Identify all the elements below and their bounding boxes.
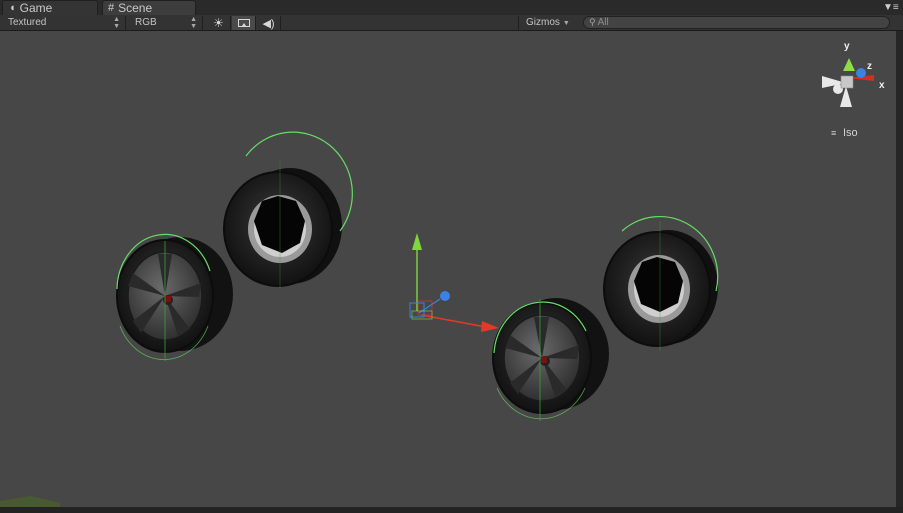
wheel-front-right[interactable] [492,298,609,421]
tab-bar: ◖ Game # Scene ▼≡ [0,0,903,16]
window-menu-icon[interactable]: ▼≡ [883,3,899,13]
ground-plane-edge [0,496,60,507]
hierarchy-search-input[interactable]: ⚲ All [583,16,890,29]
tab-scene[interactable]: # Scene [102,0,196,15]
sun-icon: ☀ [213,16,224,30]
unity-scene-window: ◖ Game # Scene ▼≡ Textured ▲ ▼ RGB ▲ ▼ ☀ ◀… [0,0,903,513]
scene-viewport[interactable]: y z x [0,31,896,507]
scene-lighting-button[interactable]: ☀ [207,16,231,30]
gizmos-dropdown[interactable]: Gizmos ▼ [518,16,578,30]
grid-icon: # [108,1,115,14]
scene-audio-button[interactable]: ◀) [257,16,281,30]
scene-overlay-button[interactable] [232,16,256,30]
render-mode-dropdown[interactable]: Textured ▲ ▼ [0,16,126,30]
chevron-down-icon: ▼ [562,20,570,27]
wheel-rear-right[interactable] [603,216,719,351]
projection-toggle[interactable]: ≡ Iso [831,127,858,139]
image-icon [237,19,250,27]
color-channel-dropdown[interactable]: RGB ▲ ▼ [127,16,203,30]
updown-arrows-icon: ▲ ▼ [190,16,197,30]
wheel-front-left[interactable] [116,233,233,361]
audio-icon: ◀) [262,17,275,30]
axis-y-label: y [844,41,850,52]
hamburger-icon: ≡ [831,127,837,138]
pacman-icon: ◖ [9,1,16,14]
color-channel-value: RGB [135,17,157,28]
wheel-rear-left[interactable] [223,131,353,289]
tab-game[interactable]: ◖ Game [2,0,98,15]
projection-label: Iso [843,127,858,139]
updown-arrows-icon: ▲ ▼ [113,16,120,30]
axis-z-label: z [867,61,872,72]
right-edge-panel [896,31,903,507]
gizmos-label: Gizmos [526,17,560,28]
scene-toolbar: Textured ▲ ▼ RGB ▲ ▼ ☀ ◀) Gizmos ▼ ⚲ All [0,15,903,31]
move-tool-gizmo[interactable] [409,233,499,332]
tab-scene-label: Scene [118,1,153,15]
scene-canvas [0,58,874,507]
bottom-edge [0,507,903,513]
tab-game-label: Game [19,1,53,15]
axis-x-label: x [879,80,885,91]
search-placeholder: All [597,17,609,28]
search-icon: ⚲ [589,17,596,27]
render-mode-value: Textured [8,17,47,28]
